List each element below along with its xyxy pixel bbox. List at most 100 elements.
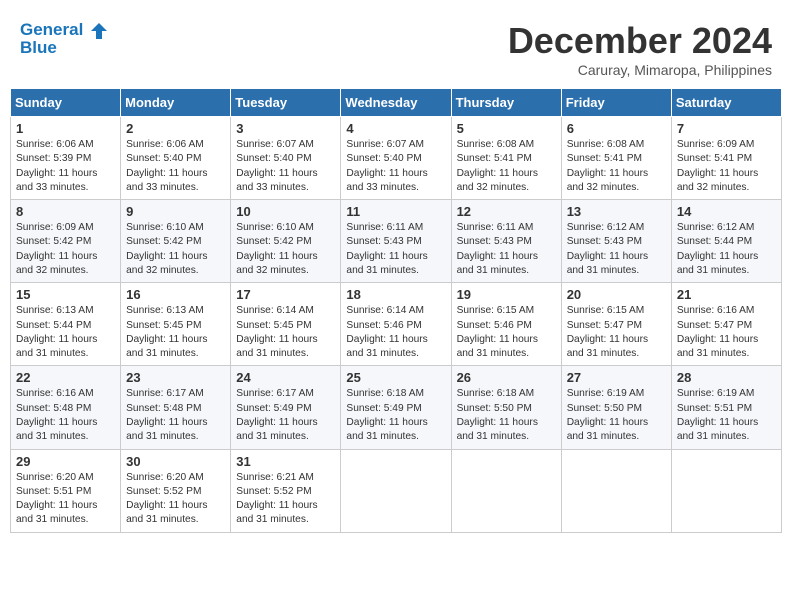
calendar-cell: 8Sunrise: 6:09 AM Sunset: 5:42 PM Daylig… <box>11 200 121 283</box>
logo: General Blue <box>20 20 108 57</box>
month-title: December 2024 <box>508 20 772 62</box>
day-info: Sunrise: 6:16 AM Sunset: 5:48 PM Dayligh… <box>16 387 115 444</box>
day-number: 7 <box>677 121 776 136</box>
day-info: Sunrise: 6:17 AM Sunset: 5:49 PM Dayligh… <box>236 387 335 444</box>
day-number: 6 <box>567 121 666 136</box>
calendar-cell: 18 Sunrise: 6:14 AM Sunset: 5:46 PM Dayli… <box>341 283 451 366</box>
day-info: Sunrise: 6:11 AM Sunset: 5:43 PM Dayligh… <box>457 221 556 278</box>
calendar-cell: 6 Sunrise: 6:08 AM Sunset: 5:41 PM Daylig… <box>561 117 671 200</box>
day-info: Sunrise: 6:07 AM Sunset: 5:40 PM Dayligh… <box>236 138 335 195</box>
day-number: 31 <box>236 454 335 469</box>
day-number: 3 <box>236 121 335 136</box>
calendar-cell: 10 Sunrise: 6:10 AM Sunset: 5:42 PM Dayli… <box>231 200 341 283</box>
day-number: 22 <box>16 370 115 385</box>
day-number: 13 <box>567 204 666 219</box>
day-number: 10 <box>236 204 335 219</box>
calendar-week-3: 15Sunrise: 6:13 AM Sunset: 5:44 PM Dayli… <box>11 283 782 366</box>
calendar-cell: 25 Sunrise: 6:18 AM Sunset: 5:49 PM Dayli… <box>341 366 451 449</box>
calendar-cell: 11 Sunrise: 6:11 AM Sunset: 5:43 PM Dayli… <box>341 200 451 283</box>
day-number: 2 <box>126 121 225 136</box>
day-number: 23 <box>126 370 225 385</box>
day-info: Sunrise: 6:18 AM Sunset: 5:50 PM Dayligh… <box>457 387 556 444</box>
day-number: 18 <box>346 287 445 302</box>
calendar-week-1: 1 Sunrise: 6:06 AM Sunset: 5:39 PM Daylig… <box>11 117 782 200</box>
page-header: General Blue December 2024 Caruray, Mima… <box>10 10 782 83</box>
day-info: Sunrise: 6:14 AM Sunset: 5:45 PM Dayligh… <box>236 304 335 361</box>
day-info: Sunrise: 6:07 AM Sunset: 5:40 PM Dayligh… <box>346 138 445 195</box>
day-info: Sunrise: 6:17 AM Sunset: 5:48 PM Dayligh… <box>126 387 225 444</box>
calendar-cell <box>561 449 671 532</box>
calendar-cell: 12 Sunrise: 6:11 AM Sunset: 5:43 PM Dayli… <box>451 200 561 283</box>
calendar-cell: 21Sunrise: 6:16 AM Sunset: 5:47 PM Dayli… <box>671 283 781 366</box>
calendar-cell: 31Sunrise: 6:21 AM Sunset: 5:52 PM Dayli… <box>231 449 341 532</box>
calendar-cell <box>671 449 781 532</box>
day-info: Sunrise: 6:18 AM Sunset: 5:49 PM Dayligh… <box>346 387 445 444</box>
day-number: 1 <box>16 121 115 136</box>
calendar-cell <box>451 449 561 532</box>
calendar-week-2: 8Sunrise: 6:09 AM Sunset: 5:42 PM Daylig… <box>11 200 782 283</box>
calendar-cell: 27Sunrise: 6:19 AM Sunset: 5:50 PM Dayli… <box>561 366 671 449</box>
calendar-cell: 15Sunrise: 6:13 AM Sunset: 5:44 PM Dayli… <box>11 283 121 366</box>
calendar-cell: 13 Sunrise: 6:12 AM Sunset: 5:43 PM Dayli… <box>561 200 671 283</box>
day-number: 29 <box>16 454 115 469</box>
day-number: 30 <box>126 454 225 469</box>
day-number: 25 <box>346 370 445 385</box>
calendar-cell: 2 Sunrise: 6:06 AM Sunset: 5:40 PM Daylig… <box>121 117 231 200</box>
day-number: 14 <box>677 204 776 219</box>
calendar-week-5: 29Sunrise: 6:20 AM Sunset: 5:51 PM Dayli… <box>11 449 782 532</box>
day-number: 26 <box>457 370 556 385</box>
day-number: 5 <box>457 121 556 136</box>
day-info: Sunrise: 6:08 AM Sunset: 5:41 PM Dayligh… <box>567 138 666 195</box>
day-number: 28 <box>677 370 776 385</box>
calendar-cell: 22 Sunrise: 6:16 AM Sunset: 5:48 PM Dayli… <box>11 366 121 449</box>
calendar-cell: 23 Sunrise: 6:17 AM Sunset: 5:48 PM Dayli… <box>121 366 231 449</box>
day-number: 20 <box>567 287 666 302</box>
calendar-cell: 29Sunrise: 6:20 AM Sunset: 5:51 PM Dayli… <box>11 449 121 532</box>
day-info: Sunrise: 6:09 AM Sunset: 5:42 PM Dayligh… <box>16 221 115 278</box>
day-info: Sunrise: 6:12 AM Sunset: 5:43 PM Dayligh… <box>567 221 666 278</box>
calendar-cell: 3 Sunrise: 6:07 AM Sunset: 5:40 PM Daylig… <box>231 117 341 200</box>
calendar-cell: 16 Sunrise: 6:13 AM Sunset: 5:45 PM Dayli… <box>121 283 231 366</box>
calendar-cell <box>341 449 451 532</box>
logo-line2: Blue <box>20 38 108 58</box>
calendar-cell: 24 Sunrise: 6:17 AM Sunset: 5:49 PM Dayli… <box>231 366 341 449</box>
day-number: 11 <box>346 204 445 219</box>
day-number: 16 <box>126 287 225 302</box>
day-info: Sunrise: 6:10 AM Sunset: 5:42 PM Dayligh… <box>236 221 335 278</box>
day-info: Sunrise: 6:06 AM Sunset: 5:39 PM Dayligh… <box>16 138 115 195</box>
calendar-cell: 19 Sunrise: 6:15 AM Sunset: 5:46 PM Dayli… <box>451 283 561 366</box>
day-info: Sunrise: 6:13 AM Sunset: 5:44 PM Dayligh… <box>16 304 115 361</box>
weekday-header-monday: Monday <box>121 89 231 117</box>
weekday-header-row: SundayMondayTuesdayWednesdayThursdayFrid… <box>11 89 782 117</box>
day-number: 4 <box>346 121 445 136</box>
day-info: Sunrise: 6:13 AM Sunset: 5:45 PM Dayligh… <box>126 304 225 361</box>
day-number: 9 <box>126 204 225 219</box>
day-info: Sunrise: 6:19 AM Sunset: 5:51 PM Dayligh… <box>677 387 776 444</box>
day-info: Sunrise: 6:06 AM Sunset: 5:40 PM Dayligh… <box>126 138 225 195</box>
day-number: 12 <box>457 204 556 219</box>
day-info: Sunrise: 6:15 AM Sunset: 5:46 PM Dayligh… <box>457 304 556 361</box>
calendar-cell: 1 Sunrise: 6:06 AM Sunset: 5:39 PM Daylig… <box>11 117 121 200</box>
day-info: Sunrise: 6:08 AM Sunset: 5:41 PM Dayligh… <box>457 138 556 195</box>
day-info: Sunrise: 6:11 AM Sunset: 5:43 PM Dayligh… <box>346 221 445 278</box>
day-info: Sunrise: 6:19 AM Sunset: 5:50 PM Dayligh… <box>567 387 666 444</box>
calendar-cell: 28 Sunrise: 6:19 AM Sunset: 5:51 PM Dayli… <box>671 366 781 449</box>
weekday-header-sunday: Sunday <box>11 89 121 117</box>
calendar-cell: 7 Sunrise: 6:09 AM Sunset: 5:41 PM Daylig… <box>671 117 781 200</box>
weekday-header-friday: Friday <box>561 89 671 117</box>
calendar-week-4: 22 Sunrise: 6:16 AM Sunset: 5:48 PM Dayli… <box>11 366 782 449</box>
day-info: Sunrise: 6:10 AM Sunset: 5:42 PM Dayligh… <box>126 221 225 278</box>
day-info: Sunrise: 6:16 AM Sunset: 5:47 PM Dayligh… <box>677 304 776 361</box>
calendar-cell: 17 Sunrise: 6:14 AM Sunset: 5:45 PM Dayli… <box>231 283 341 366</box>
day-number: 19 <box>457 287 556 302</box>
calendar-cell: 9 Sunrise: 6:10 AM Sunset: 5:42 PM Daylig… <box>121 200 231 283</box>
day-number: 17 <box>236 287 335 302</box>
calendar-table: SundayMondayTuesdayWednesdayThursdayFrid… <box>10 88 782 533</box>
day-info: Sunrise: 6:09 AM Sunset: 5:41 PM Dayligh… <box>677 138 776 195</box>
day-number: 24 <box>236 370 335 385</box>
calendar-cell: 14Sunrise: 6:12 AM Sunset: 5:44 PM Dayli… <box>671 200 781 283</box>
weekday-header-wednesday: Wednesday <box>341 89 451 117</box>
day-info: Sunrise: 6:14 AM Sunset: 5:46 PM Dayligh… <box>346 304 445 361</box>
calendar-cell: 26 Sunrise: 6:18 AM Sunset: 5:50 PM Dayli… <box>451 366 561 449</box>
calendar-cell: 4 Sunrise: 6:07 AM Sunset: 5:40 PM Daylig… <box>341 117 451 200</box>
